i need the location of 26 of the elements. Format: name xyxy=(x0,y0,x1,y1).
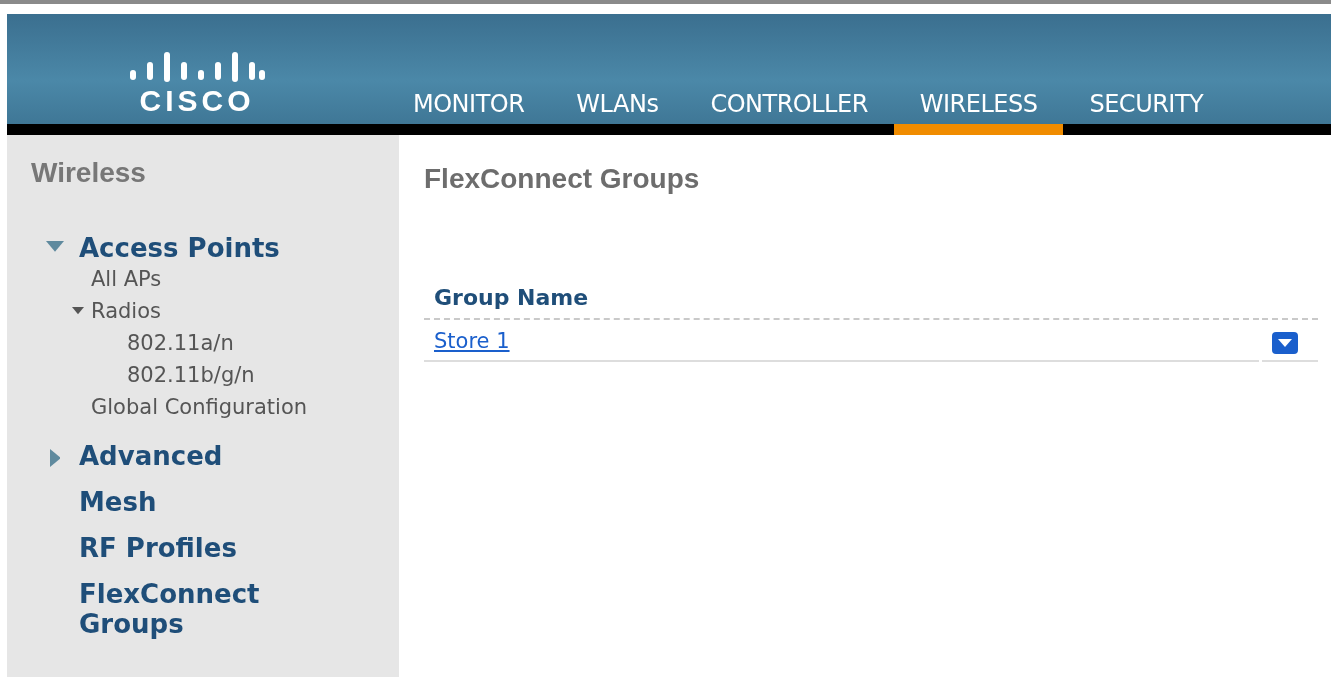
dropdown-button[interactable] xyxy=(1272,332,1298,354)
collapsed-arrow-icon[interactable] xyxy=(49,449,61,467)
sidebar-subitem[interactable]: Radios xyxy=(91,295,161,327)
sidebar-item[interactable]: FlexConnect Groups xyxy=(79,579,309,639)
logo-icon xyxy=(128,50,266,84)
sidebar-subitem[interactable]: 802.11a/n xyxy=(127,327,234,359)
sidebar-subitem[interactable]: 802.11b/g/n xyxy=(127,359,255,391)
nav-tab[interactable]: WIRELESS xyxy=(893,90,1064,135)
nav-tab[interactable]: SECURITY xyxy=(1063,90,1230,135)
sidebar-item[interactable]: RF Profiles xyxy=(79,533,309,563)
sidebar-item[interactable]: Mesh xyxy=(79,487,309,517)
caret-icon xyxy=(1278,339,1292,347)
nav-tab[interactable]: WLANs xyxy=(550,90,685,135)
sidebar-subitem[interactable]: All APs xyxy=(91,263,162,295)
sidebar-item[interactable]: Advanced xyxy=(79,441,309,471)
expanded-arrow-icon[interactable] xyxy=(46,241,64,252)
nav-tab[interactable]: MONITOR xyxy=(387,90,551,135)
group-link[interactable]: Store 1 xyxy=(434,329,510,353)
sidebar-subitem[interactable]: Global Configuration xyxy=(91,391,308,423)
page-title: FlexConnect Groups xyxy=(424,163,701,195)
column-header: Group Name xyxy=(434,285,589,310)
sidebar-title: Wireless xyxy=(31,157,147,189)
nav-tab[interactable]: CONTROLLER xyxy=(684,90,894,135)
logo-text: CISCO xyxy=(139,84,255,118)
sidebar-item[interactable]: Access Points xyxy=(79,233,309,263)
expanded-arrow-icon[interactable] xyxy=(72,307,84,315)
